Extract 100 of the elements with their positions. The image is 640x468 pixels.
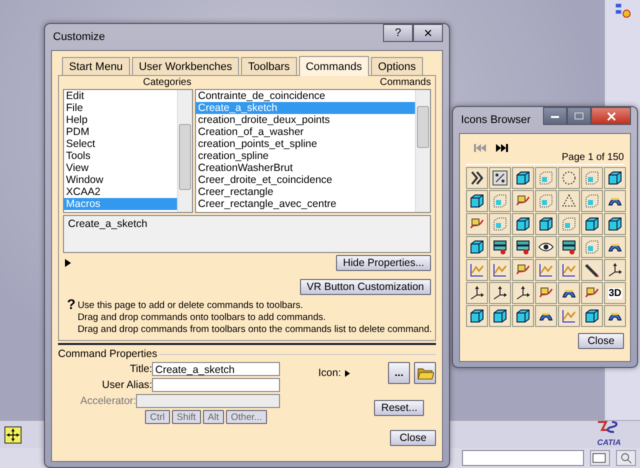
command-item[interactable]: Creer_rectangle: [196, 186, 415, 198]
maximize-button[interactable]: [567, 107, 591, 125]
cube-icon[interactable]: [515, 216, 531, 232]
command-item[interactable]: Contrainte_de_coincidence: [196, 90, 415, 102]
tab[interactable]: Toolbars: [241, 57, 297, 75]
layers-icon[interactable]: [492, 239, 508, 255]
help-text: Drag and drop commands from toolbars onto the commands list to delete command.: [78, 324, 432, 336]
close-button[interactable]: Close: [390, 430, 436, 446]
expand-arrow-icon[interactable]: [65, 259, 71, 267]
accelerator-field[interactable]: [136, 394, 280, 408]
magnifier-icon[interactable]: [616, 450, 636, 466]
category-item[interactable]: View: [64, 162, 177, 174]
command-field[interactable]: [462, 450, 584, 466]
move-icon[interactable]: [4, 426, 22, 444]
tab[interactable]: Start Menu: [62, 57, 130, 75]
tab[interactable]: Options: [370, 57, 423, 75]
cube-icon[interactable]: [607, 170, 623, 186]
category-item[interactable]: Edit: [64, 90, 177, 102]
dotted-cube-icon[interactable]: [492, 216, 508, 232]
pencil-icon[interactable]: [584, 262, 600, 278]
axis-icon[interactable]: [515, 285, 531, 301]
command-item[interactable]: Creation_of_a_washer: [196, 126, 415, 138]
icon-label: Icon:: [318, 367, 341, 379]
tab[interactable]: Commands: [298, 56, 369, 76]
close-icon: [606, 112, 616, 120]
dotted-cube-icon[interactable]: [561, 216, 577, 232]
description-text: Create_a_sketch: [68, 218, 148, 230]
page-indicator: Page 1 of 150: [562, 152, 624, 163]
cube-icon[interactable]: [492, 308, 508, 324]
browse-button[interactable]: ...: [388, 362, 410, 384]
scrollbar[interactable]: [177, 90, 192, 212]
scrollbar[interactable]: [415, 90, 430, 212]
cube-icon[interactable]: [584, 308, 600, 324]
accelerator-label: Accelerator:: [80, 395, 136, 407]
command-item[interactable]: creation_spline: [196, 150, 415, 162]
category-item[interactable]: Window: [64, 174, 177, 186]
command-item[interactable]: creation_points_et_spline: [196, 138, 415, 150]
cube-icon[interactable]: [469, 239, 485, 255]
icon-button[interactable]: 3D: [604, 282, 626, 304]
tab[interactable]: User Workbenches: [132, 57, 240, 75]
close-button[interactable]: ✕: [413, 24, 443, 42]
category-item[interactable]: File: [64, 102, 177, 114]
commands-label: Commands: [380, 77, 431, 89]
axis-icon[interactable]: [492, 285, 508, 301]
percent-icon[interactable]: [492, 170, 508, 186]
axis-icon[interactable]: [469, 285, 485, 301]
category-item[interactable]: PDM: [64, 126, 177, 138]
maximize-icon: [574, 112, 584, 120]
category-item[interactable]: Help: [64, 114, 177, 126]
last-page-icon[interactable]: [496, 144, 508, 152]
user-alias-field[interactable]: [152, 378, 280, 392]
command-item[interactable]: creation_droite_deux_points: [196, 114, 415, 126]
title-field[interactable]: Create_a_sketch: [152, 362, 280, 376]
expand-arrow-icon[interactable]: [345, 370, 350, 376]
layers-icon[interactable]: [515, 239, 531, 255]
tree-icon[interactable]: [614, 2, 632, 20]
layers-icon[interactable]: [561, 239, 577, 255]
category-item[interactable]: Tools: [64, 150, 177, 162]
cube-icon[interactable]: [469, 308, 485, 324]
dotted-triangle-icon[interactable]: [561, 193, 577, 209]
help-text: Use this page to add or delete commands to toolbars.: [78, 300, 304, 312]
cube-icon[interactable]: [538, 216, 554, 232]
dotted-cube-icon[interactable]: [538, 170, 554, 186]
category-item[interactable]: XCAA2: [64, 186, 177, 198]
close-button[interactable]: Close: [578, 333, 624, 349]
dotted-cube-icon[interactable]: [584, 193, 600, 209]
window-icon[interactable]: [590, 450, 610, 466]
help-button[interactable]: ?: [383, 24, 413, 42]
folder-icon: [416, 366, 434, 380]
axis-icon[interactable]: [607, 262, 623, 278]
reset-button[interactable]: Reset...: [374, 400, 424, 416]
command-item[interactable]: Creer_droite_et_coincidence: [196, 174, 415, 186]
open-folder-button[interactable]: [414, 362, 436, 384]
command-properties-heading: Command Properties: [58, 348, 158, 360]
help-icon: ?: [67, 298, 76, 336]
graph-icon[interactable]: [561, 262, 577, 278]
graph-icon[interactable]: [469, 262, 485, 278]
minimize-icon: [550, 113, 560, 119]
category-item[interactable]: Select: [64, 138, 177, 150]
cube-icon[interactable]: [607, 216, 623, 232]
cube-icon[interactable]: [515, 308, 531, 324]
dotted-cube-icon[interactable]: [492, 193, 508, 209]
graph-icon[interactable]: [538, 262, 554, 278]
dotted-circle-icon[interactable]: [561, 170, 577, 186]
dotted-cube-icon[interactable]: [584, 170, 600, 186]
double-chevron-icon[interactable]: [469, 170, 485, 186]
hide-properties-button[interactable]: Hide Properties...: [336, 255, 431, 271]
graph-icon[interactable]: [492, 262, 508, 278]
dotted-cube-icon[interactable]: [538, 193, 554, 209]
minimize-button[interactable]: [543, 107, 567, 125]
cube-icon[interactable]: [469, 193, 485, 209]
graph-icon[interactable]: [561, 308, 577, 324]
title-label: Title:: [130, 363, 152, 375]
command-item[interactable]: Creer_rectangle_avec_centre: [196, 198, 415, 210]
cube-icon[interactable]: [584, 216, 600, 232]
vr-button-customization-button[interactable]: VR Button Customization: [300, 279, 431, 295]
cube-icon[interactable]: [515, 170, 531, 186]
dotted-cube-icon[interactable]: [584, 239, 600, 255]
command-item[interactable]: CreationWasherBrut: [196, 162, 415, 174]
close-button[interactable]: [591, 107, 631, 125]
